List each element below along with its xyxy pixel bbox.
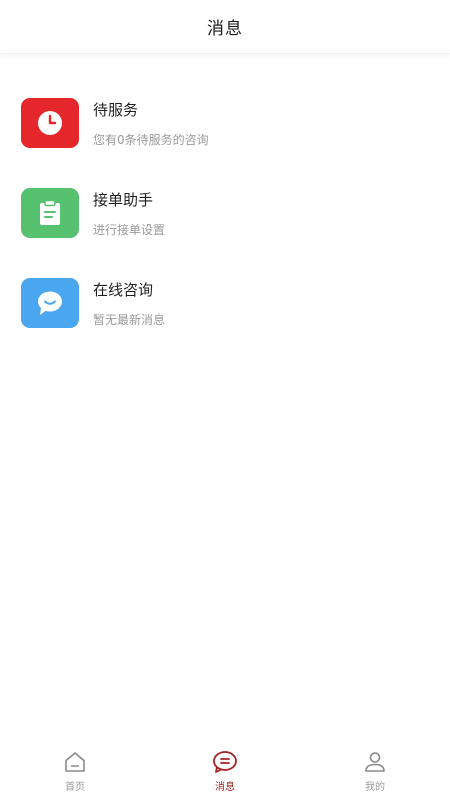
chat-bubble-icon	[21, 278, 79, 328]
message-list: 待服务 您有0条待服务的咨询 接单助手 进行接单设置 在线咨询 暂无最新消息	[0, 54, 450, 348]
item-title: 待服务	[93, 100, 139, 119]
tab-label: 消息	[215, 781, 235, 793]
item-title: 在线咨询	[93, 280, 154, 299]
tab-messages[interactable]: 消息	[185, 750, 265, 793]
user-icon	[363, 750, 387, 774]
message-icon	[212, 750, 238, 774]
clock-icon	[21, 98, 79, 148]
clipboard-icon	[21, 188, 79, 238]
tab-home[interactable]: 首页	[35, 750, 115, 793]
tab-label: 我的	[365, 781, 385, 793]
home-icon	[63, 750, 87, 774]
list-item-online-consult[interactable]: 在线咨询 暂无最新消息	[0, 258, 450, 348]
item-subtitle: 您有0条待服务的咨询	[93, 132, 209, 147]
top-bar: 消息	[0, 0, 450, 54]
item-subtitle: 暂无最新消息	[93, 312, 166, 327]
tab-profile[interactable]: 我的	[335, 750, 415, 793]
item-subtitle: 进行接单设置	[93, 222, 166, 237]
item-title: 接单助手	[93, 190, 154, 209]
list-item-pending-service[interactable]: 待服务 您有0条待服务的咨询	[0, 78, 450, 168]
bottom-tab-bar: 首页 消息 我的	[0, 742, 450, 800]
list-item-order-assistant[interactable]: 接单助手 进行接单设置	[0, 168, 450, 258]
messages-screen: 消息 待服务 您有0条待服务的咨询 接单助手 进行接单设置 在线咨询 暂无最新消…	[0, 0, 450, 800]
page-title: 消息	[207, 19, 243, 39]
tab-label: 首页	[65, 781, 85, 793]
